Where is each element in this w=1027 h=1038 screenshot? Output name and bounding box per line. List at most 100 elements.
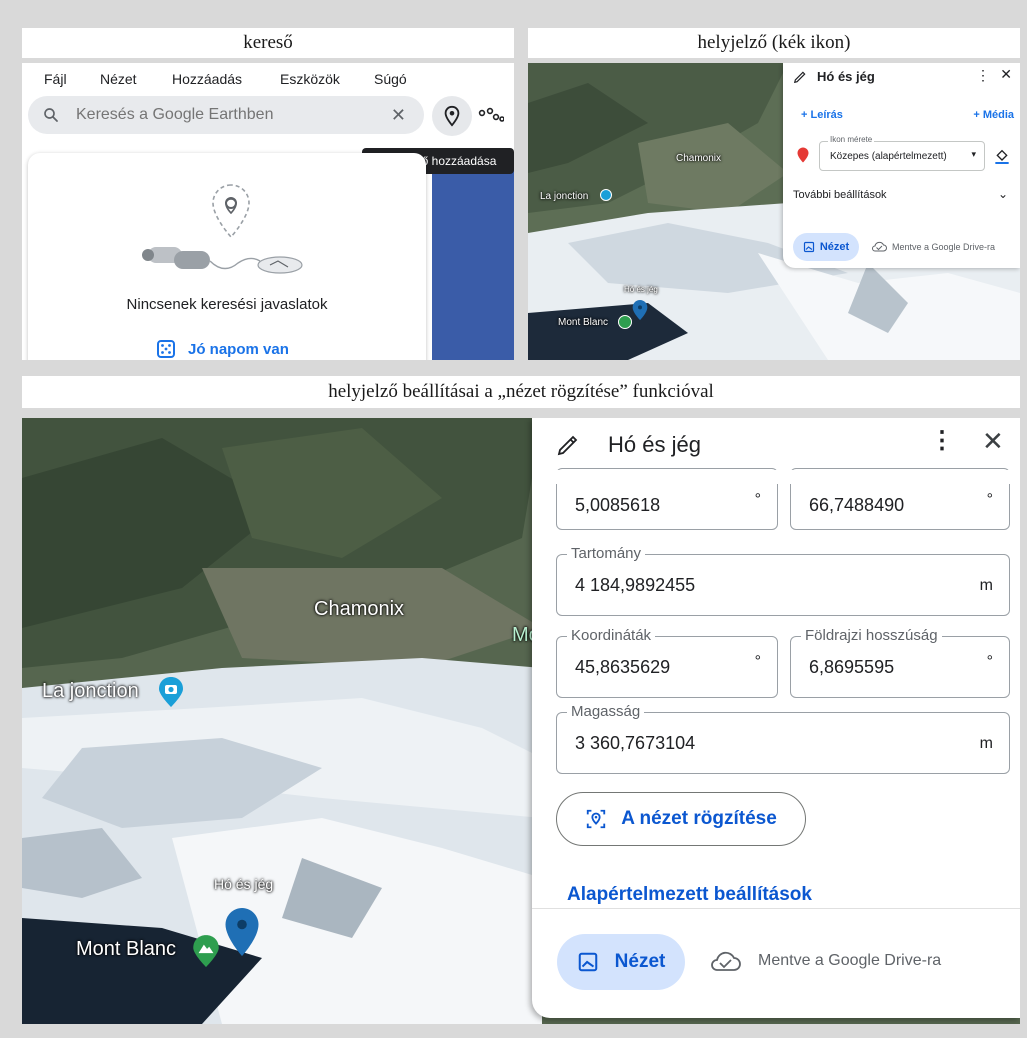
map-label-la-jonction: La jonction [540, 191, 589, 202]
search-panel: Fájl Nézet Hozzáadás Eszközök Súgó ✕ Hel… [22, 63, 514, 360]
menu-bar: Fájl Nézet Hozzáadás Eszközök Súgó [22, 63, 514, 93]
search-suggestions-card: Nincsenek keresési javaslatok Jó napom v… [28, 153, 426, 360]
altitude-unit: m [979, 735, 993, 752]
menu-view[interactable]: Nézet [100, 71, 137, 87]
mountain-marker-icon[interactable] [192, 934, 220, 968]
view-button-label: Nézet [819, 241, 850, 253]
divider [532, 908, 1020, 909]
placemark-card-small: Hó és jég ⋮ ✕ + Leírás + Média Ikon mére… [783, 63, 1020, 268]
more-options-icon[interactable]: ⋮ [976, 67, 990, 84]
range-value: 4 184,9892455 [575, 575, 696, 595]
menu-file[interactable]: Fájl [44, 71, 67, 87]
card-header: Hó és jég [793, 69, 875, 84]
binoculars-illustration-icon [142, 184, 303, 274]
range-unit: m [979, 577, 993, 594]
default-settings-link[interactable]: Alapértelmezett beállítások [567, 884, 812, 906]
view-button-label: Nézet [614, 951, 666, 972]
placemark-pin-icon[interactable] [224, 906, 260, 958]
close-icon[interactable]: ✕ [1000, 66, 1012, 83]
tilt-value: 5,0085618 [575, 495, 661, 515]
dropdown-arrow-icon: ▾ [971, 149, 976, 159]
card-title[interactable]: Hó és jég [817, 69, 875, 84]
red-pin-icon [797, 147, 809, 163]
search-input[interactable] [76, 104, 366, 126]
map-label-chamonix: Chamonix [676, 153, 722, 164]
longitude-unit: ° [986, 653, 993, 670]
map-label-placemark: Hó és jég [214, 876, 274, 892]
icon-size-value: Közepes (alapértelmezett) [830, 151, 947, 162]
placemark-card-large: Hó és jég ⋮ ✕ 5,0085618 ° 66,7488490 ° T… [532, 418, 1020, 1018]
add-media-button[interactable]: + Média [973, 109, 1014, 121]
image-icon [578, 952, 597, 972]
latitude-unit: ° [754, 653, 761, 670]
latitude-label: Koordináták [567, 627, 656, 644]
longitude-field[interactable]: Földrajzi hosszúság 6,8695595 ° [790, 627, 1010, 698]
paint-bucket-icon[interactable] [994, 147, 1010, 165]
range-field[interactable]: Tartomány 4 184,9892455 m [556, 545, 1010, 616]
camera-marker-icon[interactable] [600, 189, 612, 201]
map-label-chamonix: Chamonix [314, 598, 405, 620]
map-label-placemark: Hó és jég [624, 285, 658, 294]
search-icon [44, 108, 58, 122]
altitude-label: Magasság [567, 703, 645, 720]
altitude-value: 3 360,7673104 [575, 733, 696, 753]
card-header: Hó és jég [556, 432, 701, 458]
placemark-pin-icon[interactable] [632, 299, 648, 321]
heading-value: 66,7488490 [809, 495, 905, 515]
menu-add[interactable]: Hozzáadás [172, 71, 242, 87]
mountain-marker-icon[interactable] [618, 315, 632, 329]
close-icon[interactable]: ✕ [982, 426, 1004, 457]
menu-help[interactable]: Súgó [374, 71, 407, 87]
search-box[interactable]: ✕ [28, 96, 424, 134]
add-placemark-icon [444, 105, 460, 127]
fix-view-button[interactable]: A nézet rögzítése [556, 792, 806, 846]
scroll-edge [532, 470, 1020, 484]
longitude-label: Földrajzi hosszúság [801, 627, 942, 644]
no-suggestions-text: Nincsenek keresési javaslatok [126, 296, 328, 313]
cloud-check-icon [872, 241, 887, 252]
card-title[interactable]: Hó és jég [608, 432, 701, 458]
range-label: Tartomány [567, 545, 646, 562]
camera-marker-icon[interactable] [158, 676, 184, 708]
cloud-check-icon [711, 951, 741, 971]
placemark-settings-panel: Chamonix Mo La jonction Hó és jég Mont B… [22, 418, 1020, 1024]
longitude-value: 6,8695595 [809, 657, 895, 677]
menu-tools[interactable]: Eszközök [280, 71, 340, 87]
latitude-field[interactable]: Koordináták 45,8635629 ° [556, 627, 778, 698]
caption-settings: helyjelző beállításai a „nézet rögzítése… [22, 376, 1020, 408]
add-placemark-button[interactable] [432, 96, 472, 136]
chevron-down-icon[interactable]: ⌄ [998, 187, 1008, 201]
saved-text: Mentve a Google Drive-ra [758, 952, 942, 969]
saved-text: Mentve a Google Drive-ra [892, 241, 996, 252]
heading-unit: ° [986, 491, 993, 508]
view-button[interactable]: Nézet [793, 233, 859, 261]
map-label-mont-blanc: Mont Blanc [558, 317, 609, 328]
more-options-icon[interactable]: ⋮ [930, 426, 954, 455]
lucky-button[interactable]: Jó napom van [156, 339, 289, 359]
close-icon[interactable]: ✕ [391, 105, 406, 126]
map-label-la-jonction: La jonction [42, 680, 139, 702]
icon-size-label: Ikon mérete [828, 135, 875, 144]
dice-icon [157, 340, 175, 358]
lucky-label: Jó napom van [188, 340, 289, 358]
caption-placemark: helyjelző (kék ikon) [528, 28, 1020, 58]
altitude-field[interactable]: Magasság 3 360,7673104 m [556, 703, 1010, 774]
edit-pencil-icon[interactable] [793, 70, 807, 84]
map-label-mont-blanc: Mont Blanc [76, 938, 177, 960]
caption-search: kereső [22, 28, 514, 58]
tilt-unit: ° [754, 491, 761, 508]
latitude-value: 45,8635629 [575, 657, 671, 677]
add-description-button[interactable]: + Leírás [801, 109, 843, 121]
saved-status: Mentve a Google Drive-ra [871, 241, 995, 252]
fix-view-icon [587, 809, 606, 829]
image-icon [803, 241, 814, 253]
more-settings[interactable]: További beállítások [793, 189, 887, 201]
view-button[interactable]: Nézet [557, 934, 685, 990]
path-icon[interactable] [478, 105, 504, 125]
map-strip [432, 153, 514, 360]
edit-pencil-icon[interactable] [556, 433, 580, 457]
fix-view-label: A nézet rögzítése [621, 808, 777, 829]
placemark-panel: Chamonix La jonction Hó és jég Mont Blan… [528, 63, 1020, 360]
saved-status: Mentve a Google Drive-ra [708, 950, 941, 972]
icon-size-select[interactable]: Ikon mérete Közepes (alapértelmezett) ▾ [819, 135, 985, 171]
